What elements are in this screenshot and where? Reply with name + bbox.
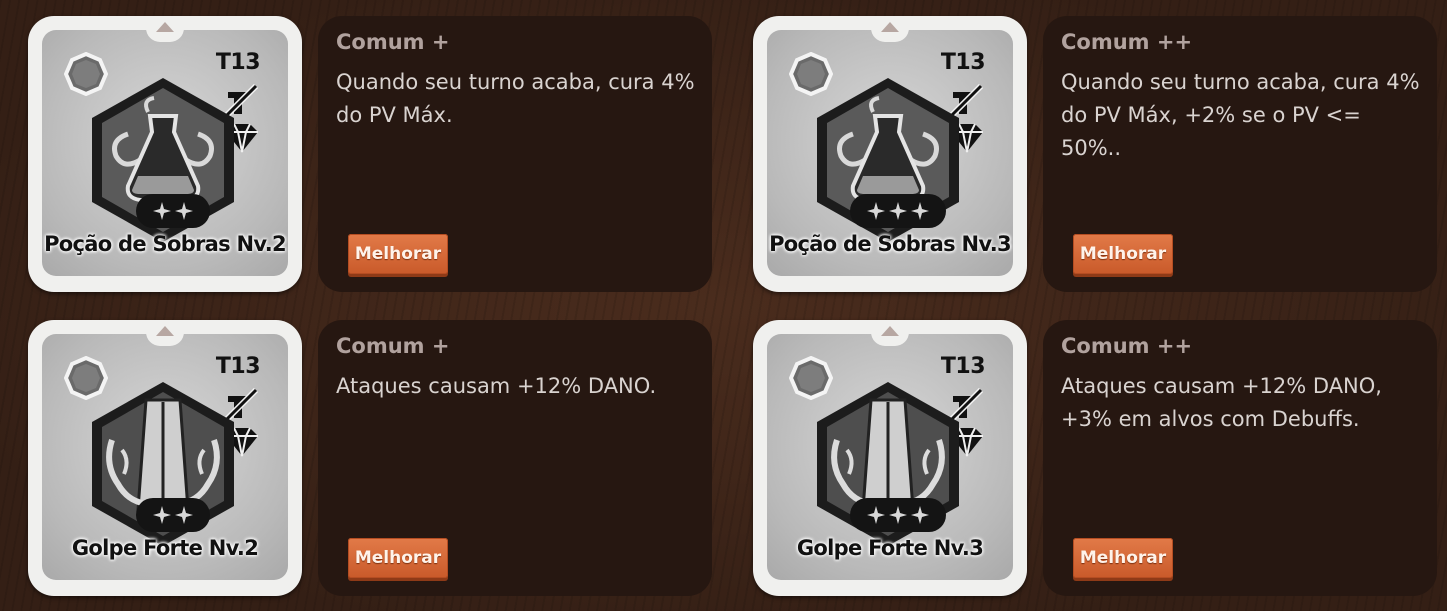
skill-card[interactable]: T13 Poção de Sobras Nv.3 (753, 16, 1027, 292)
skill-name: Golpe Forte Nv.3 (796, 536, 984, 560)
skill-card[interactable]: T13 Golpe Forte Nv.2 (28, 320, 302, 596)
expand-arrow-icon (881, 326, 899, 336)
skill-name: Poção de Sobras Nv.2 (44, 232, 287, 256)
star-rank (850, 194, 946, 228)
star-icon (910, 201, 930, 221)
tier-label: T13 (940, 50, 986, 75)
skill-description: Quando seu turno acaba, cura 4% do PV Má… (336, 70, 695, 127)
skill-name: Poção de Sobras Nv.3 (769, 232, 1012, 256)
star-icon (152, 505, 172, 525)
rarity-label: Comum ++ (1061, 334, 1193, 358)
star-rank (850, 498, 946, 532)
star-icon (888, 505, 908, 525)
star-icon (910, 505, 930, 525)
skill-entry: T13 Poção de Sobras Nv.3 Comum ++ Quando… (753, 16, 1443, 294)
star-icon (174, 505, 194, 525)
expand-arrow-icon (881, 22, 899, 32)
tier-label: T13 (940, 354, 986, 379)
star-icon (888, 201, 908, 221)
skill-description: Ataques causam +12% DANO, +3% em alvos c… (1061, 374, 1382, 431)
upgrade-button[interactable]: Melhorar (1073, 234, 1173, 274)
description-panel: Comum ++ Quando seu turno acaba, cura 4%… (1043, 16, 1437, 292)
skill-entry: T13 Golpe Forte Nv.2 Comum + Ataques cau… (28, 320, 718, 598)
star-rank (136, 498, 210, 532)
star-icon (152, 201, 172, 221)
description-panel: Comum + Ataques causam +12% DANO. Melhor… (318, 320, 712, 596)
description-panel: Comum ++ Ataques causam +12% DANO, +3% e… (1043, 320, 1437, 596)
skill-name: Golpe Forte Nv.2 (71, 536, 259, 560)
rarity-label: Comum + (336, 30, 450, 54)
star-rank (136, 194, 210, 228)
expand-arrow-icon (156, 326, 174, 336)
star-icon (174, 201, 194, 221)
upgrade-button[interactable]: Melhorar (348, 234, 448, 274)
tier-label: T13 (215, 50, 261, 75)
tier-label: T13 (215, 354, 261, 379)
description-panel: Comum + Quando seu turno acaba, cura 4% … (318, 16, 712, 292)
star-icon (866, 201, 886, 221)
expand-arrow-icon (156, 22, 174, 32)
skill-description: Ataques causam +12% DANO. (336, 374, 657, 398)
skill-entry: T13 Poção de Sobras Nv.2 Comum + Quando … (28, 16, 718, 294)
rarity-label: Comum ++ (1061, 30, 1193, 54)
star-icon (866, 505, 886, 525)
skill-card[interactable]: T13 Golpe Forte Nv.3 (753, 320, 1027, 596)
skill-card[interactable]: T13 Poção de Sobras Nv.2 (28, 16, 302, 292)
upgrade-button[interactable]: Melhorar (1073, 538, 1173, 578)
skill-description: Quando seu turno acaba, cura 4% do PV Má… (1061, 70, 1420, 160)
skill-entry: T13 Golpe Forte Nv.3 Comum ++ Ataques ca… (753, 320, 1443, 598)
upgrade-button[interactable]: Melhorar (348, 538, 448, 578)
rarity-label: Comum + (336, 334, 450, 358)
